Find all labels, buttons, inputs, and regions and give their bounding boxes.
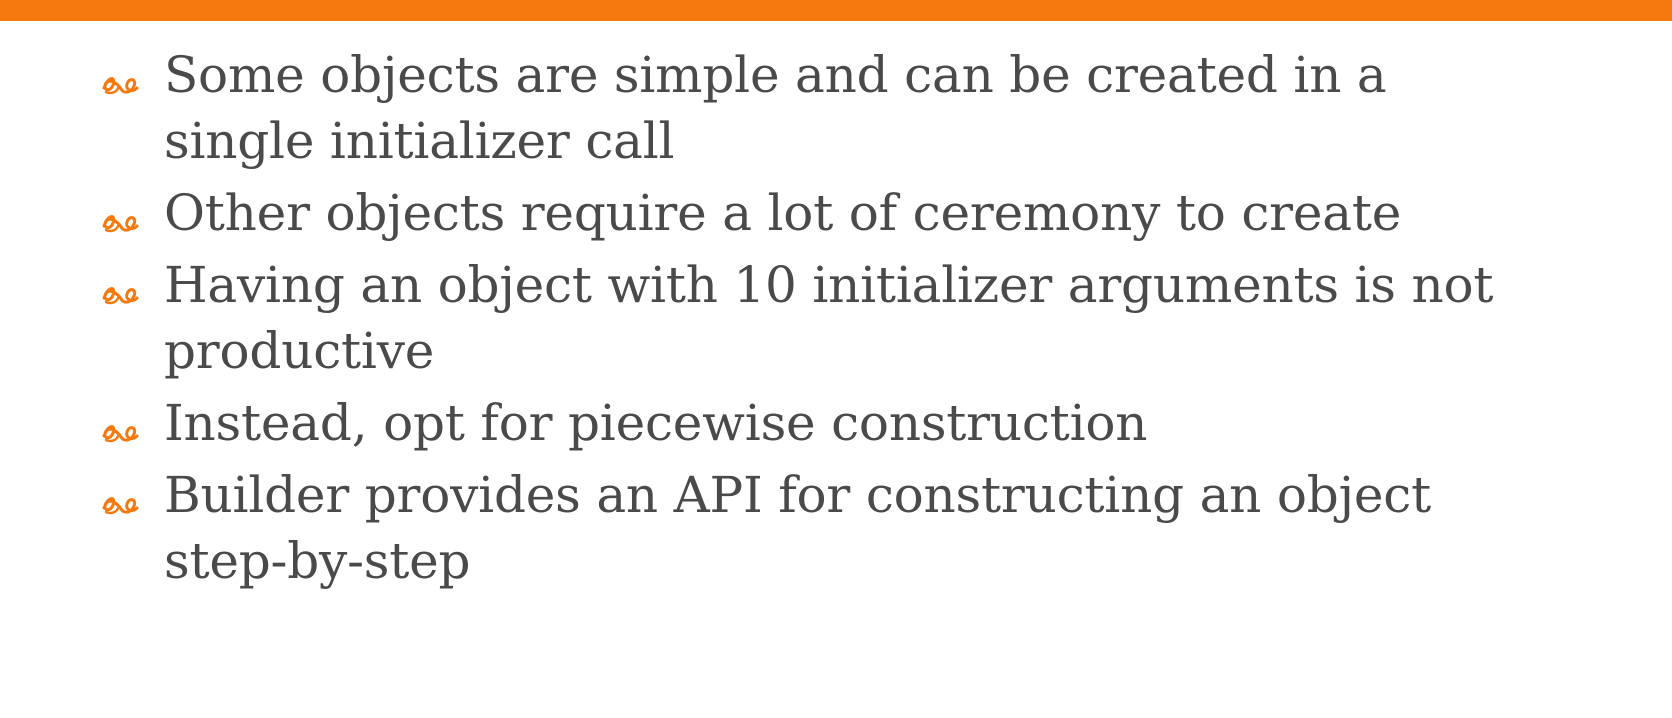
ornament-icon [102, 287, 139, 305]
ornament-icon [102, 425, 139, 443]
bullet-item: Instead, opt for piecewise construction [100, 390, 1550, 456]
bullet-list: Some objects are simple and can be creat… [100, 42, 1550, 600]
ornament-icon [102, 77, 139, 95]
bullet-text: Other objects require a lot of ceremony … [164, 184, 1402, 242]
ornament-icon [102, 215, 139, 233]
ornament-icon [102, 497, 139, 515]
bullet-text: Some objects are simple and can be creat… [164, 46, 1387, 170]
bullet-text: Builder provides an API for constructing… [164, 466, 1431, 590]
slide-page: { "slide": { "accent_color": "#f5790f", … [0, 0, 1672, 718]
top-accent-bar [0, 0, 1672, 21]
bullet-text: Having an object with 10 initializer arg… [164, 256, 1494, 380]
bullet-item: Builder provides an API for constructing… [100, 462, 1550, 594]
bullet-item: Other objects require a lot of ceremony … [100, 180, 1550, 246]
bullet-item: Having an object with 10 initializer arg… [100, 252, 1550, 384]
bullet-item: Some objects are simple and can be creat… [100, 42, 1550, 174]
bullet-text: Instead, opt for piecewise construction [164, 394, 1148, 452]
